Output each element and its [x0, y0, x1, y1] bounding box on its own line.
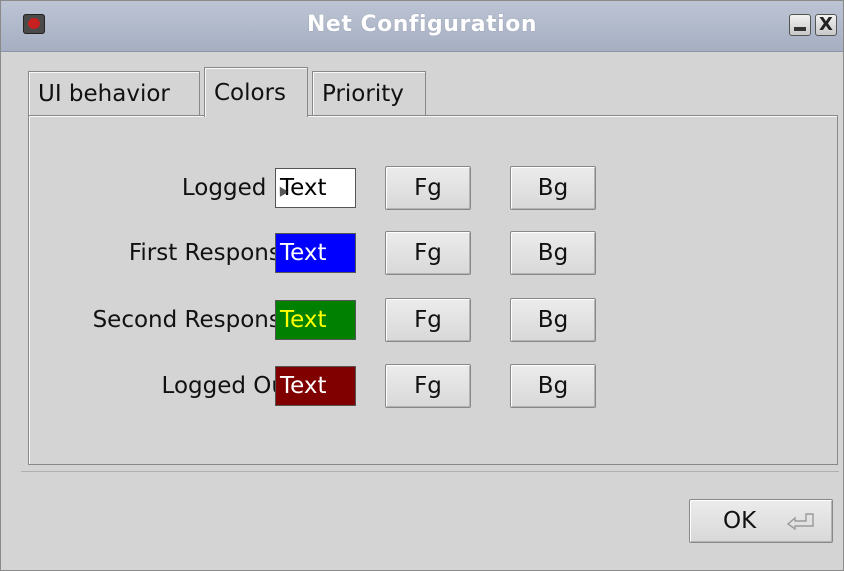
footer-divider [21, 471, 839, 472]
ok-button[interactable]: OK [689, 499, 833, 543]
bg-button-logged-in[interactable]: Bg [510, 166, 596, 210]
tab-priority[interactable]: Priority [312, 71, 426, 115]
tab-colors[interactable]: Colors [204, 67, 308, 117]
minimize-button[interactable] [789, 14, 811, 36]
color-row-first-response: First Response Text Fg Bg [29, 231, 839, 275]
bg-button-logged-out[interactable]: Bg [510, 364, 596, 408]
colors-tab-panel: Logged In Text Fg Bg First Response Text… [28, 115, 838, 465]
fg-button-logged-in[interactable]: Fg [385, 166, 471, 210]
color-row-logged-in: Logged In Text Fg Bg [29, 166, 839, 210]
row-label-first-response: First Response [128, 240, 295, 266]
row-label-second-response: Second Response [92, 307, 295, 333]
color-sample-first-response: Text [275, 233, 356, 273]
color-row-second-response: Second Response Text Fg Bg [29, 298, 839, 342]
color-sample-logged-out: Text [275, 366, 356, 406]
fg-button-second-response[interactable]: Fg [385, 298, 471, 342]
ok-button-label: OK [723, 508, 757, 534]
color-sample-second-response: Text [275, 300, 356, 340]
title-bar[interactable]: Net Configuration X [1, 1, 843, 52]
tab-ui-behavior[interactable]: UI behavior [28, 71, 200, 115]
enter-key-icon [786, 513, 814, 530]
close-button[interactable]: X [815, 14, 837, 36]
color-row-logged-out: Logged Out Text Fg Bg [29, 364, 839, 408]
bg-button-second-response[interactable]: Bg [510, 298, 596, 342]
window-title: Net Configuration [307, 12, 537, 37]
bg-button-first-response[interactable]: Bg [510, 231, 596, 275]
fg-button-first-response[interactable]: Fg [385, 231, 471, 275]
net-configuration-window: Net Configuration X UI behavior Colors P… [0, 0, 844, 571]
color-sample-logged-in: Text [275, 168, 356, 208]
fg-button-logged-out[interactable]: Fg [385, 364, 471, 408]
